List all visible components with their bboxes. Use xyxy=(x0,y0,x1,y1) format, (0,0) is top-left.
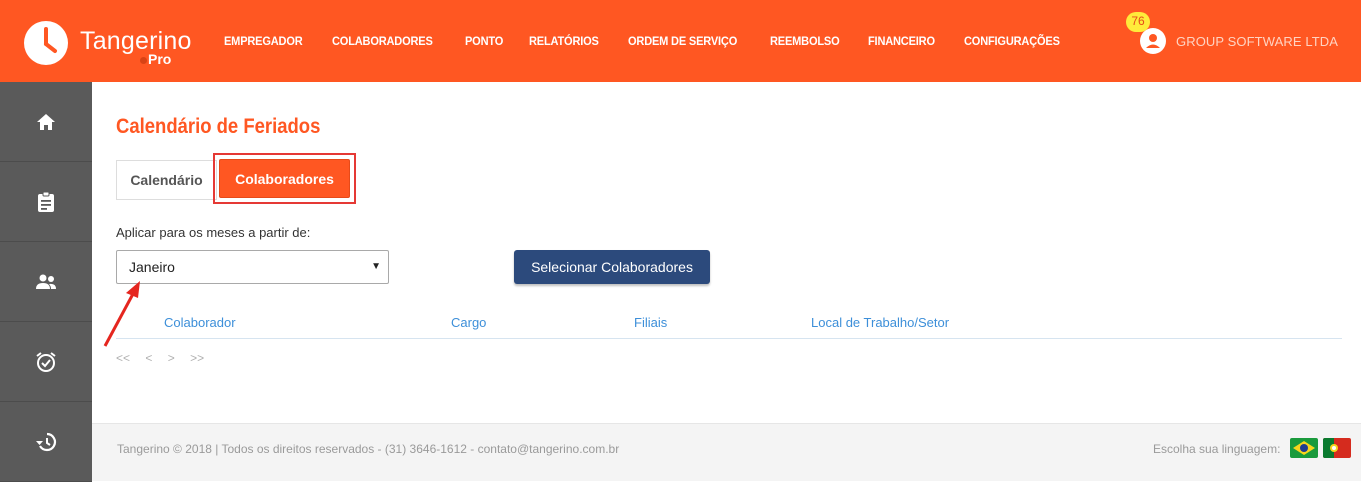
logo-dot xyxy=(140,57,147,64)
clock-logo-icon xyxy=(24,21,68,65)
month-select[interactable]: Janeiro ▼ xyxy=(116,250,389,284)
clipboard-icon xyxy=(38,191,54,212)
pagination: << < > >> xyxy=(116,351,216,365)
app-name: Tangerino xyxy=(80,27,192,55)
alarm-clock-icon xyxy=(36,351,56,372)
main-nav: EMPREGADOR COLABORADORES PONTO RELATÓRIO… xyxy=(224,34,1091,48)
nav-configuracoes[interactable]: CONFIGURAÇÕES xyxy=(964,34,1060,48)
table-header: Colaborador Cargo Filiais Local de Traba… xyxy=(116,307,1342,339)
history-icon xyxy=(36,432,56,451)
pager-first[interactable]: << xyxy=(116,351,130,365)
nav-relatorios[interactable]: RELATÓRIOS xyxy=(529,34,599,48)
language-label: Escolha sua linguagem: xyxy=(1153,442,1281,456)
select-collaborators-button[interactable]: Selecionar Colaboradores xyxy=(514,250,710,284)
page-title: Calendário de Feriados xyxy=(116,115,321,138)
caret-down-icon: ▼ xyxy=(371,261,381,272)
tab-calendario[interactable]: Calendário xyxy=(116,160,217,200)
sidebar-item-alarm[interactable] xyxy=(0,322,92,402)
footer: Tangerino © 2018 | Todos os direitos res… xyxy=(92,423,1361,481)
nav-financeiro[interactable]: FINANCEIRO xyxy=(868,34,935,48)
pager-prev[interactable]: < xyxy=(145,351,152,365)
sidebar xyxy=(0,82,92,482)
column-colaborador[interactable]: Colaborador xyxy=(164,315,236,330)
company-name: GROUP SOFTWARE LTDA xyxy=(1176,33,1339,49)
top-bar: Tangerino Pro EMPREGADOR COLABORADORES P… xyxy=(0,0,1361,82)
app-logo[interactable]: Tangerino Pro xyxy=(24,18,204,68)
footer-copyright: Tangerino © 2018 | Todos os direitos res… xyxy=(117,442,620,456)
nav-reembolso[interactable]: REEMBOLSO xyxy=(770,34,840,48)
sidebar-item-clipboard[interactable] xyxy=(0,162,92,242)
sidebar-item-home[interactable] xyxy=(0,82,92,162)
nav-colaboradores[interactable]: COLABORADORES xyxy=(332,34,433,48)
column-local-trabalho[interactable]: Local de Trabalho/Setor xyxy=(811,315,949,330)
nav-empregador[interactable]: EMPREGADOR xyxy=(224,34,303,48)
main-content: Calendário de Feriados Calendário Colabo… xyxy=(92,82,1361,423)
sidebar-item-people[interactable] xyxy=(0,242,92,322)
column-cargo[interactable]: Cargo xyxy=(451,315,486,330)
home-icon xyxy=(37,113,55,130)
pager-last[interactable]: >> xyxy=(190,351,204,365)
app-sub: Pro xyxy=(148,51,172,67)
month-select-value: Janeiro xyxy=(129,259,175,275)
tab-colaboradores[interactable]: Colaboradores xyxy=(219,159,350,198)
column-filiais[interactable]: Filiais xyxy=(634,315,667,330)
user-menu[interactable]: GROUP SOFTWARE LTDA xyxy=(1140,28,1338,54)
nav-ponto[interactable]: PONTO xyxy=(465,34,503,48)
portugal-flag-icon[interactable] xyxy=(1323,438,1351,458)
apply-months-label: Aplicar para os meses a partir de: xyxy=(116,225,311,240)
nav-ordem-de-servico[interactable]: ORDEM DE SERVIÇO xyxy=(628,34,737,48)
user-avatar-icon xyxy=(1140,28,1166,54)
people-icon xyxy=(36,274,56,289)
sidebar-item-history[interactable] xyxy=(0,402,92,482)
brazil-flag-icon[interactable] xyxy=(1290,438,1318,458)
pager-next[interactable]: > xyxy=(168,351,175,365)
